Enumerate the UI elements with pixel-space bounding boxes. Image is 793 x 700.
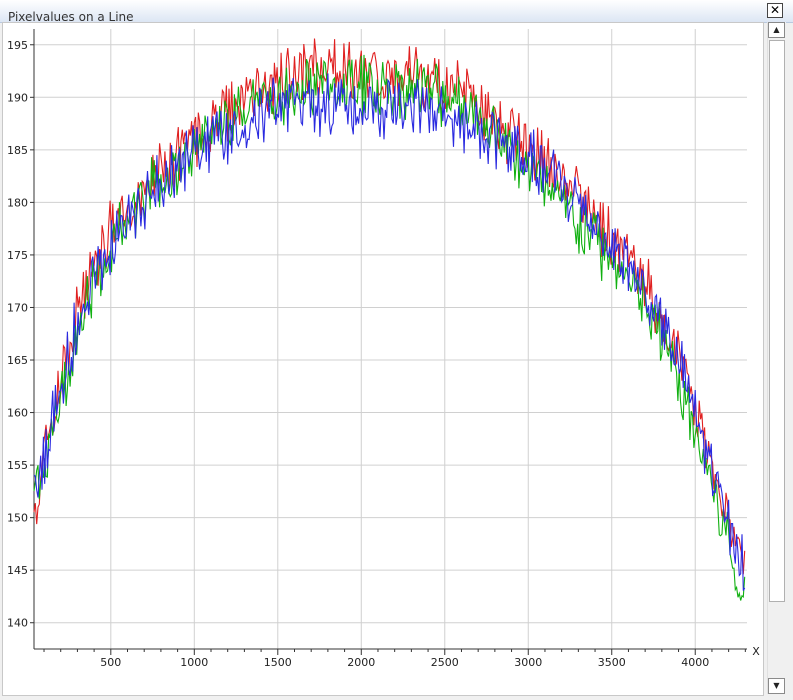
x-tick-label: 3000 — [514, 656, 542, 669]
y-tick-label: 195 — [7, 39, 28, 52]
x-tick-label: 2500 — [431, 656, 459, 669]
series-line-1 — [33, 38, 746, 575]
x-tick-label: 3500 — [598, 656, 626, 669]
y-tick-label: 165 — [7, 354, 28, 367]
y-tick-label: 175 — [7, 249, 28, 262]
y-tick-label: 185 — [7, 144, 28, 157]
x-tick-label: 4000 — [681, 656, 709, 669]
title-bar: Pixelvalues on a Line — [0, 0, 793, 23]
y-tick-label: 170 — [7, 301, 28, 314]
plot-panel: 140 145 150 155 160 165 170 175 180 185 190 195 500 1… — [2, 22, 764, 696]
x-tick-label: 500 — [100, 656, 121, 669]
x-tick-label: 1000 — [180, 656, 208, 669]
y-tick-label: 155 — [7, 459, 28, 472]
x-axis-label: X — [752, 645, 760, 658]
series-line-3 — [33, 73, 746, 591]
close-button[interactable]: ✕ — [767, 3, 783, 18]
pixel-value-chart: 140 145 150 155 160 165 170 175 180 185 190 195 500 1… — [7, 29, 760, 669]
y-tick-label: 190 — [7, 91, 28, 104]
scroll-up-button[interactable]: ▲ — [768, 22, 785, 38]
y-tick-label: 140 — [7, 617, 28, 630]
y-tick-label: 150 — [7, 512, 28, 525]
scrollbar-thumb[interactable] — [769, 40, 785, 602]
y-tick-label: 145 — [7, 564, 28, 577]
x-tick-label: 1500 — [264, 656, 292, 669]
x-tick-label: 2000 — [347, 656, 375, 669]
y-tick-label: 180 — [7, 196, 28, 209]
y-tick-label: 160 — [7, 407, 28, 420]
series-line-2 — [33, 54, 746, 601]
scroll-down-button[interactable]: ▼ — [768, 678, 785, 694]
vertical-scrollbar[interactable]: ▲ ▼ — [767, 22, 786, 694]
